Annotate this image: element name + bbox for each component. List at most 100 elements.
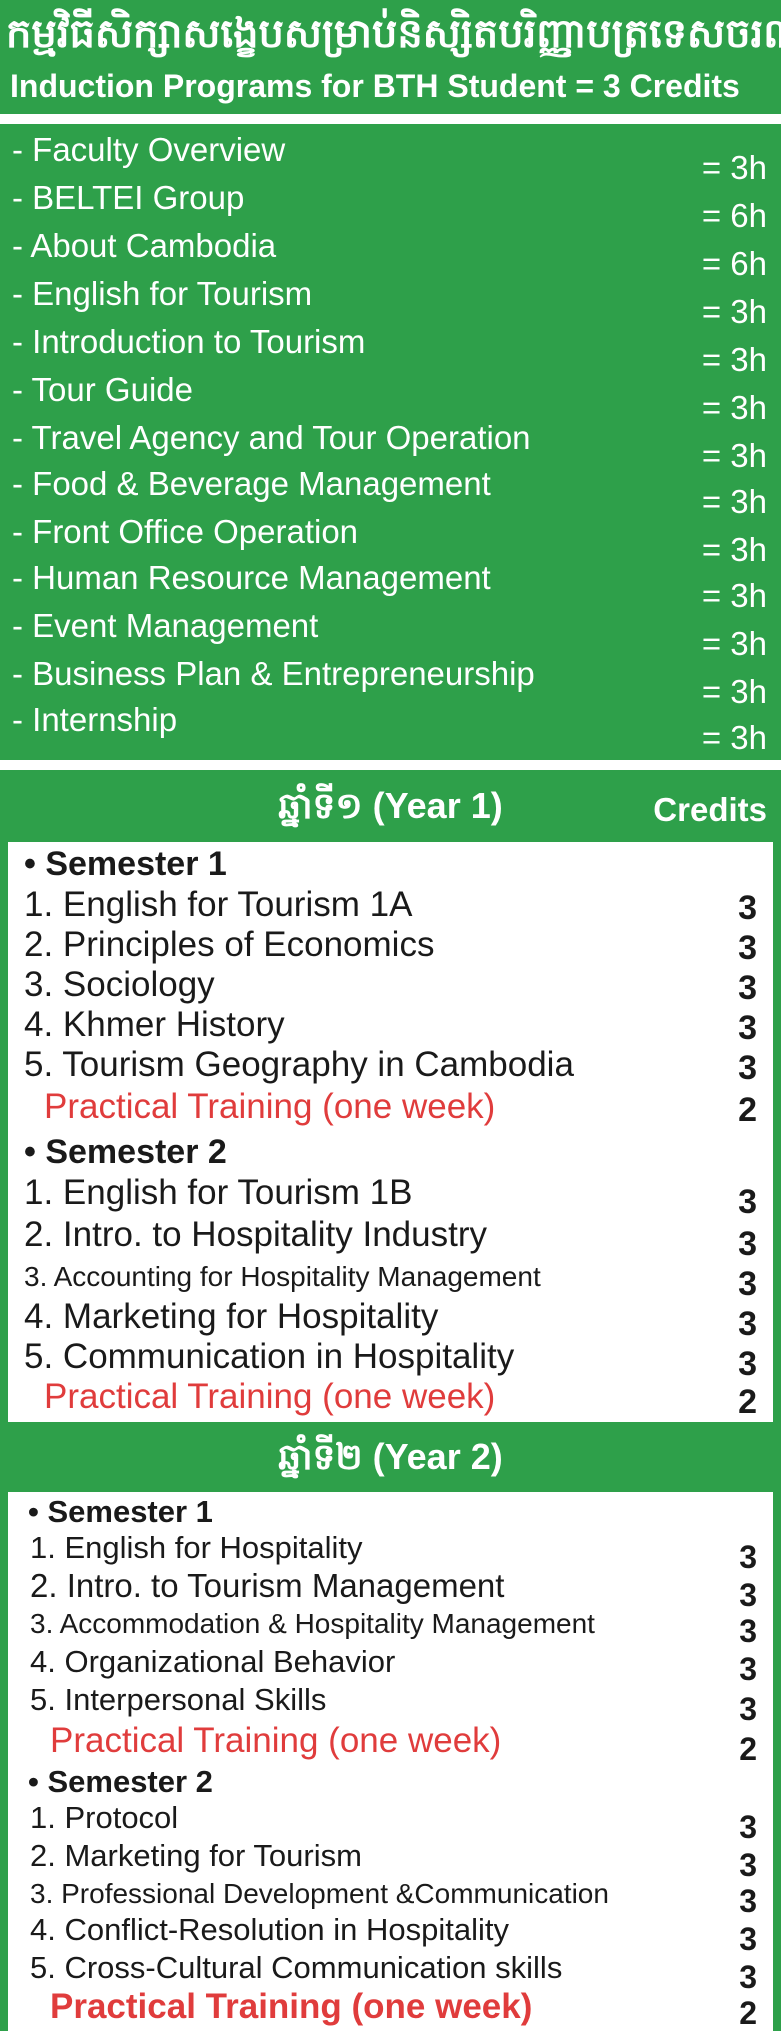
- course-row: 4. Organizational Behavior 3: [8, 1642, 773, 1687]
- course-row: 5. Tourism Geography in Cambodia 3: [8, 1044, 773, 1087]
- practical-training-label: Practical Training (one week): [50, 1987, 533, 2026]
- course-name: 3. Professional Development &Communicati…: [30, 1878, 609, 1909]
- practical-training-row: Practical Training (one week) 2: [8, 1086, 773, 1129]
- course-name: 4. Marketing for Hospitality: [24, 1297, 439, 1336]
- course-row: 2. Marketing for Tourism 3: [8, 1836, 773, 1883]
- induction-item-label: - Event Management: [12, 607, 319, 644]
- course-credits: 3: [738, 929, 757, 967]
- year1-header: ឆ្នាំទី១ (Year 1) Credits: [0, 770, 781, 842]
- induction-item: - Tour Guide = 3h: [0, 370, 781, 426]
- course-row: 2. Intro. to Hospitality Industry 3: [8, 1214, 773, 1263]
- induction-item: - Travel Agency and Tour Operation = 3h: [0, 418, 781, 474]
- course-row: 4. Khmer History 3: [8, 1004, 773, 1047]
- semester-heading-label: • Semester 2: [28, 1764, 213, 1799]
- course-name: 4. Conflict-Resolution in Hospitality: [30, 1912, 509, 1947]
- course-row: 1. English for Tourism 1B 3: [8, 1172, 773, 1221]
- year1-course-box: • Semester 1 1. English for Tourism 1A 3…: [0, 842, 781, 1422]
- practical-training-label: Practical Training (one week): [44, 1087, 496, 1126]
- semester-heading-label: • Semester 2: [24, 1133, 227, 1171]
- course-row: 1. English for Hospitality 3: [8, 1528, 773, 1575]
- year2-header: ឆ្នាំទី២ (Year 2): [0, 1422, 781, 1492]
- induction-item-label: - Tour Guide: [12, 371, 193, 408]
- practical-training-credits: 2: [739, 1995, 757, 2031]
- induction-item-hours: = 3h: [701, 719, 767, 756]
- practical-training-credits: 2: [738, 1091, 757, 1129]
- course-credits: 3: [738, 969, 757, 1007]
- course-name: 5. Interpersonal Skills: [30, 1682, 327, 1717]
- course-credits: 3: [738, 1049, 757, 1087]
- semester-heading-label: • Semester 1: [24, 845, 227, 883]
- header-divider: [0, 114, 781, 118]
- year2-title: ឆ្នាំទី២ (Year 2): [278, 1436, 503, 1477]
- induction-item: - Internship = 3h: [0, 700, 781, 756]
- semester-heading: • Semester 1: [8, 842, 773, 884]
- course-name: 3. Accounting for Hospitality Management: [24, 1261, 541, 1292]
- course-name: 3. Accommodation & Hospitality Managemen…: [30, 1608, 595, 1639]
- course-row: 4. Conflict-Resolution in Hospitality 3: [8, 1910, 773, 1957]
- course-name: 5. Communication in Hospitality: [24, 1337, 515, 1376]
- course-name: 1. English for Tourism 1B: [24, 1173, 413, 1212]
- induction-item-label: - Internship: [12, 701, 178, 738]
- induction-item-label: - BELTEI Group: [12, 179, 245, 216]
- course-row: 5. Interpersonal Skills 3: [8, 1680, 773, 1727]
- course-row: 4. Marketing for Hospitality 3: [8, 1296, 773, 1343]
- khmer-title: កម្មវិធីសិក្សាសង្ខេបសម្រាប់និស្សិតបរិញ្ញ…: [6, 11, 781, 57]
- induction-item: - Business Plan & Entrepreneurship = 3h: [0, 654, 781, 710]
- course-name: 5. Cross-Cultural Communication skills: [30, 1950, 563, 1985]
- practical-training-row: Practical Training (one week) 2: [8, 1986, 773, 2031]
- induction-item-label: - Travel Agency and Tour Operation: [12, 419, 531, 456]
- course-credits: 3: [738, 889, 757, 927]
- practical-training-row: Practical Training (one week) 2: [8, 1376, 773, 1421]
- section-gap: [0, 760, 781, 770]
- course-row: 5. Cross-Cultural Communication skills 3: [8, 1948, 773, 1995]
- induction-item: - Event Management = 3h: [0, 606, 781, 662]
- course-row: 3. Accounting for Hospitality Management…: [8, 1256, 773, 1303]
- induction-item-label: - Front Office Operation: [12, 513, 359, 550]
- course-credits: 3: [738, 1009, 757, 1047]
- course-name: 2. Intro. to Tourism Management: [30, 1567, 505, 1604]
- course-row: 2. Intro. to Tourism Management 3: [8, 1566, 773, 1613]
- induction-item: - English for Tourism = 3h: [0, 274, 781, 330]
- course-name: 1. English for Hospitality: [30, 1530, 363, 1565]
- course-name: 1. English for Tourism 1A: [24, 885, 413, 924]
- practical-training-label: Practical Training (one week): [44, 1377, 496, 1416]
- year2-course-box: • Semester 1 1. English for Hospitality …: [0, 1492, 781, 2031]
- course-name: 2. Principles of Economics: [24, 925, 435, 964]
- induction-item: - Food & Beverage Management = 3h: [0, 464, 781, 520]
- induction-item-label: - Faculty Overview: [12, 131, 286, 168]
- course-name: 2. Intro. to Hospitality Industry: [24, 1215, 487, 1254]
- induction-item: - Front Office Operation = 3h: [0, 512, 781, 568]
- induction-item-label: - English for Tourism: [12, 275, 313, 312]
- course-name: 4. Khmer History: [24, 1005, 285, 1044]
- induction-list: - Faculty Overview = 3h - BELTEI Group =…: [0, 124, 781, 760]
- page-header: កម្មវិធីសិក្សាសង្ខេបសម្រាប់និស្សិតបរិញ្ញ…: [0, 0, 781, 118]
- induction-item-label: - Business Plan & Entrepreneurship: [12, 655, 535, 692]
- induction-item-label: - Human Resource Management: [12, 559, 491, 596]
- practical-training-credits: 2: [738, 1383, 757, 1421]
- course-name: 3. Sociology: [24, 965, 215, 1004]
- course-row: 2. Principles of Economics 3: [8, 924, 773, 967]
- course-name: 5. Tourism Geography in Cambodia: [24, 1045, 574, 1084]
- practical-training-row: Practical Training (one week) 2: [8, 1720, 773, 1767]
- course-row: 1. Protocol 3: [8, 1798, 773, 1845]
- course-row: 3. Sociology 3: [8, 964, 773, 1007]
- practical-training-label: Practical Training (one week): [50, 1721, 502, 1760]
- induction-item: - Faculty Overview = 3h: [0, 130, 781, 186]
- semester-heading-label: • Semester 1: [28, 1494, 213, 1529]
- credits-heading: Credits: [653, 791, 767, 828]
- course-name: 4. Organizational Behavior: [30, 1644, 396, 1679]
- induction-item: - BELTEI Group = 6h: [0, 178, 781, 234]
- induction-item: - Human Resource Management = 3h: [0, 558, 781, 614]
- course-row: 1. English for Tourism 1A 3: [8, 884, 773, 927]
- course-name: 1. Protocol: [30, 1800, 179, 1835]
- induction-item-label: - Food & Beverage Management: [12, 465, 491, 502]
- english-title: Induction Programs for BTH Student = 3 C…: [10, 68, 740, 104]
- induction-item-label: - About Cambodia: [12, 227, 277, 264]
- course-row: 3. Accommodation & Hospitality Managemen…: [8, 1604, 773, 1649]
- semester-heading: • Semester 2: [8, 1130, 773, 1172]
- induction-item: - Introduction to Tourism = 3h: [0, 322, 781, 378]
- induction-item: - About Cambodia = 6h: [0, 226, 781, 282]
- course-name: 2. Marketing for Tourism: [30, 1838, 362, 1873]
- induction-item-label: - Introduction to Tourism: [12, 323, 366, 360]
- course-row: 5. Communication in Hospitality 3: [8, 1336, 773, 1383]
